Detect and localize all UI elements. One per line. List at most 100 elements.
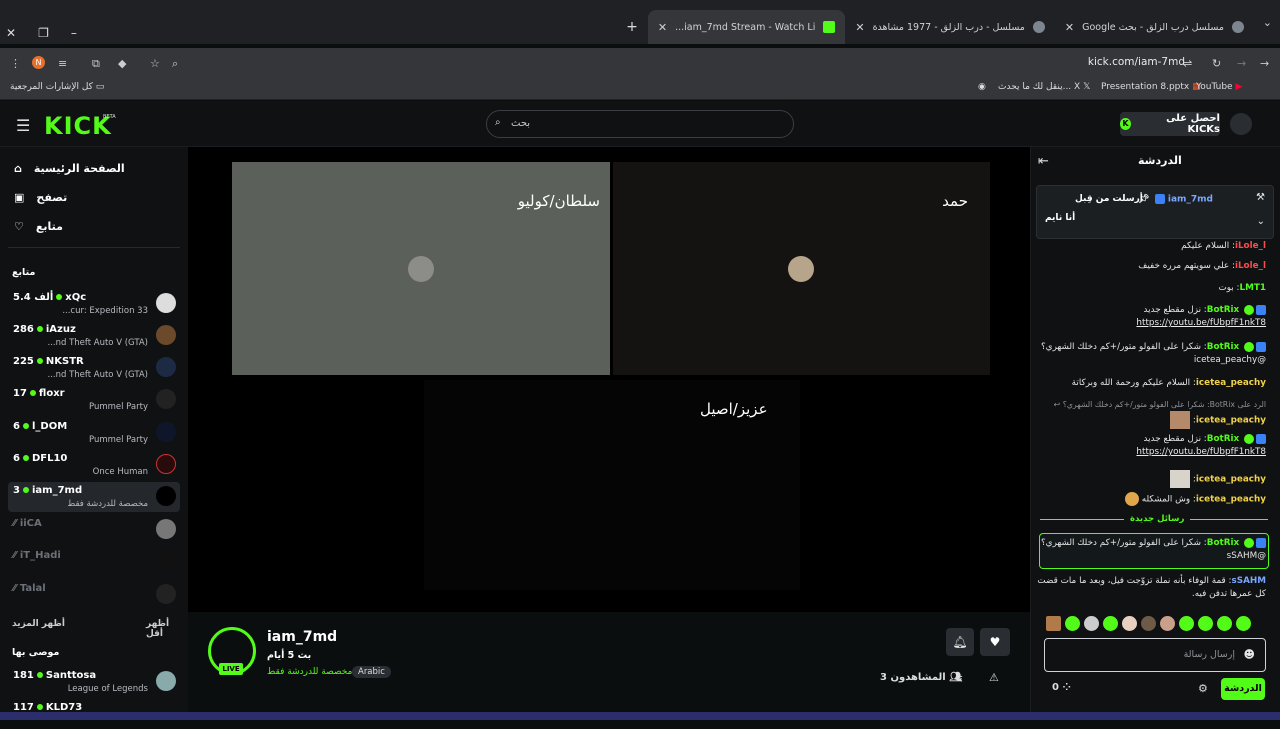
chat-link[interactable]: https://youtu.be/fUbpfF1nkT8 <box>1136 447 1266 457</box>
emote-icon[interactable] <box>1198 616 1213 631</box>
channel-item-iica[interactable]: ⁄⁄ iiCA <box>8 515 180 545</box>
bot-badge-icon <box>1256 304 1266 315</box>
kick-logo[interactable]: KICK <box>44 112 112 140</box>
nav-following[interactable]: ♡ متابع <box>14 220 63 233</box>
channel-item-santtosa[interactable]: 181 Santtosa League of Legends <box>8 667 180 697</box>
live-dot-icon <box>29 390 36 396</box>
channel-item-iam7md[interactable]: 3 iam_7md مخصصة للدردشة فقط <box>8 482 180 512</box>
bot-badge-icon <box>1256 537 1266 548</box>
emote-icon[interactable] <box>1141 616 1156 631</box>
emote-icon[interactable] <box>1122 616 1137 631</box>
streamer-name[interactable]: iam_7md <box>267 629 337 645</box>
all-bookmarks-link[interactable]: كل الإشارات المرجعية ▭ <box>10 82 104 92</box>
new-tab-button[interactable]: + <box>616 19 648 35</box>
live-badge: LIVE <box>219 663 243 675</box>
emote-icon[interactable] <box>1084 616 1099 631</box>
forward-icon[interactable]: → <box>1237 57 1246 70</box>
emote-image <box>1170 470 1191 488</box>
send-chat-button[interactable]: الدردشة <box>1221 678 1265 700</box>
browse-icon: ▣ <box>14 191 25 204</box>
chat-settings-icon[interactable]: ⚙ <box>1198 682 1208 695</box>
live-dot-icon <box>56 294 63 300</box>
points-icon: ⁘ <box>1062 682 1071 693</box>
youtube-bookmark-link[interactable]: YouTube ▶ <box>1196 82 1242 92</box>
share-icon[interactable]: ⋖ <box>954 672 963 685</box>
tab-search-icon[interactable]: ⌄ <box>1254 16 1280 29</box>
channel-item-talal[interactable]: ⁄⁄ Talal <box>8 580 180 610</box>
search-box[interactable]: ⌕ بحث <box>486 110 794 138</box>
channel-item-ldom[interactable]: 6 l_DOM Pummel Party <box>8 418 180 448</box>
bell-icon: 🔔︎ <box>952 635 968 649</box>
emote-icon[interactable] <box>1103 616 1118 631</box>
pin-settings-icon[interactable]: ⚒ <box>1256 192 1265 203</box>
folder-icon: ▭ <box>95 82 105 92</box>
site-settings-icon[interactable]: ⇌ <box>1183 57 1192 70</box>
chevron-down-icon[interactable]: ⌄ <box>1257 216 1265 227</box>
emote-icon[interactable] <box>1179 616 1194 631</box>
browser-tab-google[interactable]: مسلسل درب الزلق - بحث Google ✕ <box>1055 10 1254 44</box>
notification-bell-button[interactable]: 🔔︎ <box>946 628 974 656</box>
ppt-bookmark-link[interactable]: Presentation 8.pptx ▦ <box>1101 82 1201 92</box>
close-tab-icon[interactable]: ✕ <box>1065 21 1074 34</box>
language-tag[interactable]: Arabic <box>352 666 391 678</box>
show-more-link[interactable]: أظهر المزيد <box>12 619 65 629</box>
x-logo-icon: 𝕏 <box>1083 82 1091 92</box>
chat-message: iLole_l: علي سويتهم مرره خفيف <box>1138 261 1266 271</box>
minimize-window-icon[interactable]: – <box>71 26 77 40</box>
channel-item-ithadi[interactable]: ⁄⁄ iT_Hadi <box>8 547 180 577</box>
chat-link[interactable]: https://youtu.be/fUbpfF1nkT8 <box>1136 318 1266 328</box>
emote-icon[interactable] <box>1236 616 1251 631</box>
menu-dots-icon[interactable]: ⋮ <box>10 57 21 70</box>
get-kicks-button[interactable]: احصل على KICKs K <box>1120 112 1220 136</box>
channel-avatar <box>156 454 176 474</box>
x-bookmark-link[interactable]: ينقل لك ما يحدث... X 𝕏 <box>998 82 1090 92</box>
live-dot-icon <box>22 455 29 461</box>
back-icon[interactable]: → <box>1260 57 1269 70</box>
stream-title: مخصصة للدردشة فقط <box>267 667 353 677</box>
browser-tab-kick[interactable]: iam_7md Stream - Watch Li... ✕ <box>647 10 846 44</box>
close-window-icon[interactable]: ✕ <box>6 26 16 40</box>
participant-avatar <box>408 256 434 282</box>
screenshot-icon[interactable]: ⧉ <box>92 57 100 71</box>
tile-name: سلطان/كوليو <box>517 192 600 210</box>
channel-item-xqc[interactable]: 5.4 ألف xQc ...cur: Expedition 33 <box>8 289 180 319</box>
close-tab-icon[interactable]: ✕ <box>855 21 864 34</box>
pinned-message[interactable]: iam_7md 📌︎ أرسلت من قِبل أنا نايم ⚒ ⌄ <box>1036 185 1274 239</box>
close-tab-icon[interactable]: ✕ <box>658 21 667 34</box>
collapse-chat-icon[interactable]: ⇤ <box>1038 154 1049 169</box>
omnibox[interactable] <box>190 52 1200 74</box>
emote-icon[interactable] <box>1217 616 1232 631</box>
browser-tab-series[interactable]: مسلسل - درب الزلق - 1977 مشاهدة ✕ <box>845 10 1055 44</box>
shield-extension-icon[interactable]: ◆ <box>118 57 126 70</box>
user-avatar[interactable] <box>1230 113 1252 135</box>
hamburger-menu-icon[interactable]: ☰ <box>16 116 30 135</box>
channel-item-nkstr[interactable]: 225 NKSTR ...nd Theft Auto V (GTA) <box>8 353 180 383</box>
nav-browse[interactable]: ▣ تصفح <box>14 191 67 204</box>
channel-item-floxr[interactable]: 17 floxr Pummel Party <box>8 385 180 415</box>
nav-home[interactable]: ⌂ الصفحة الرئيسية <box>14 162 125 175</box>
moderator-badge-icon <box>1154 194 1165 204</box>
emoji-picker-icon[interactable]: ☻ <box>1244 648 1255 661</box>
extensions-icon[interactable]: ≡ <box>58 57 67 70</box>
report-icon[interactable]: ⚠ <box>989 671 999 684</box>
chrome-icon[interactable]: ◉ <box>978 82 986 92</box>
channel-item-dfl10[interactable]: 6 DFL10 Once Human <box>8 450 180 480</box>
channel-item-iazuz[interactable]: 286 iAzuz ...nd Theft Auto V (GTA) <box>8 321 180 351</box>
emote-icon[interactable] <box>1160 616 1175 631</box>
profile-avatar[interactable]: N <box>32 56 45 69</box>
bookmark-star-icon[interactable]: ☆ <box>150 57 160 70</box>
channel-avatar <box>156 584 176 604</box>
restore-window-icon[interactable]: ❐ <box>38 26 49 40</box>
emote-icon[interactable] <box>1065 616 1080 631</box>
emote-icon[interactable] <box>1046 616 1061 631</box>
channel-points[interactable]: 0 ⁘ <box>1052 682 1071 693</box>
zoom-icon[interactable]: ⌕ <box>172 57 178 71</box>
url-text[interactable]: kick.com/iam-7md <box>1088 56 1185 68</box>
chat-input[interactable]: إرسال رسالة ☻ <box>1044 638 1266 672</box>
channel-avatar <box>156 519 176 539</box>
reload-icon[interactable]: ↻ <box>1212 57 1221 70</box>
show-less-link[interactable]: أظهر أقل <box>146 619 188 639</box>
chat-message: sSAHM: قمة الوفاء بأنه نملة تزوّجت فيل، … <box>1037 576 1266 599</box>
follow-button[interactable]: ♥ <box>980 628 1010 656</box>
tile-name: حمد <box>942 192 968 210</box>
